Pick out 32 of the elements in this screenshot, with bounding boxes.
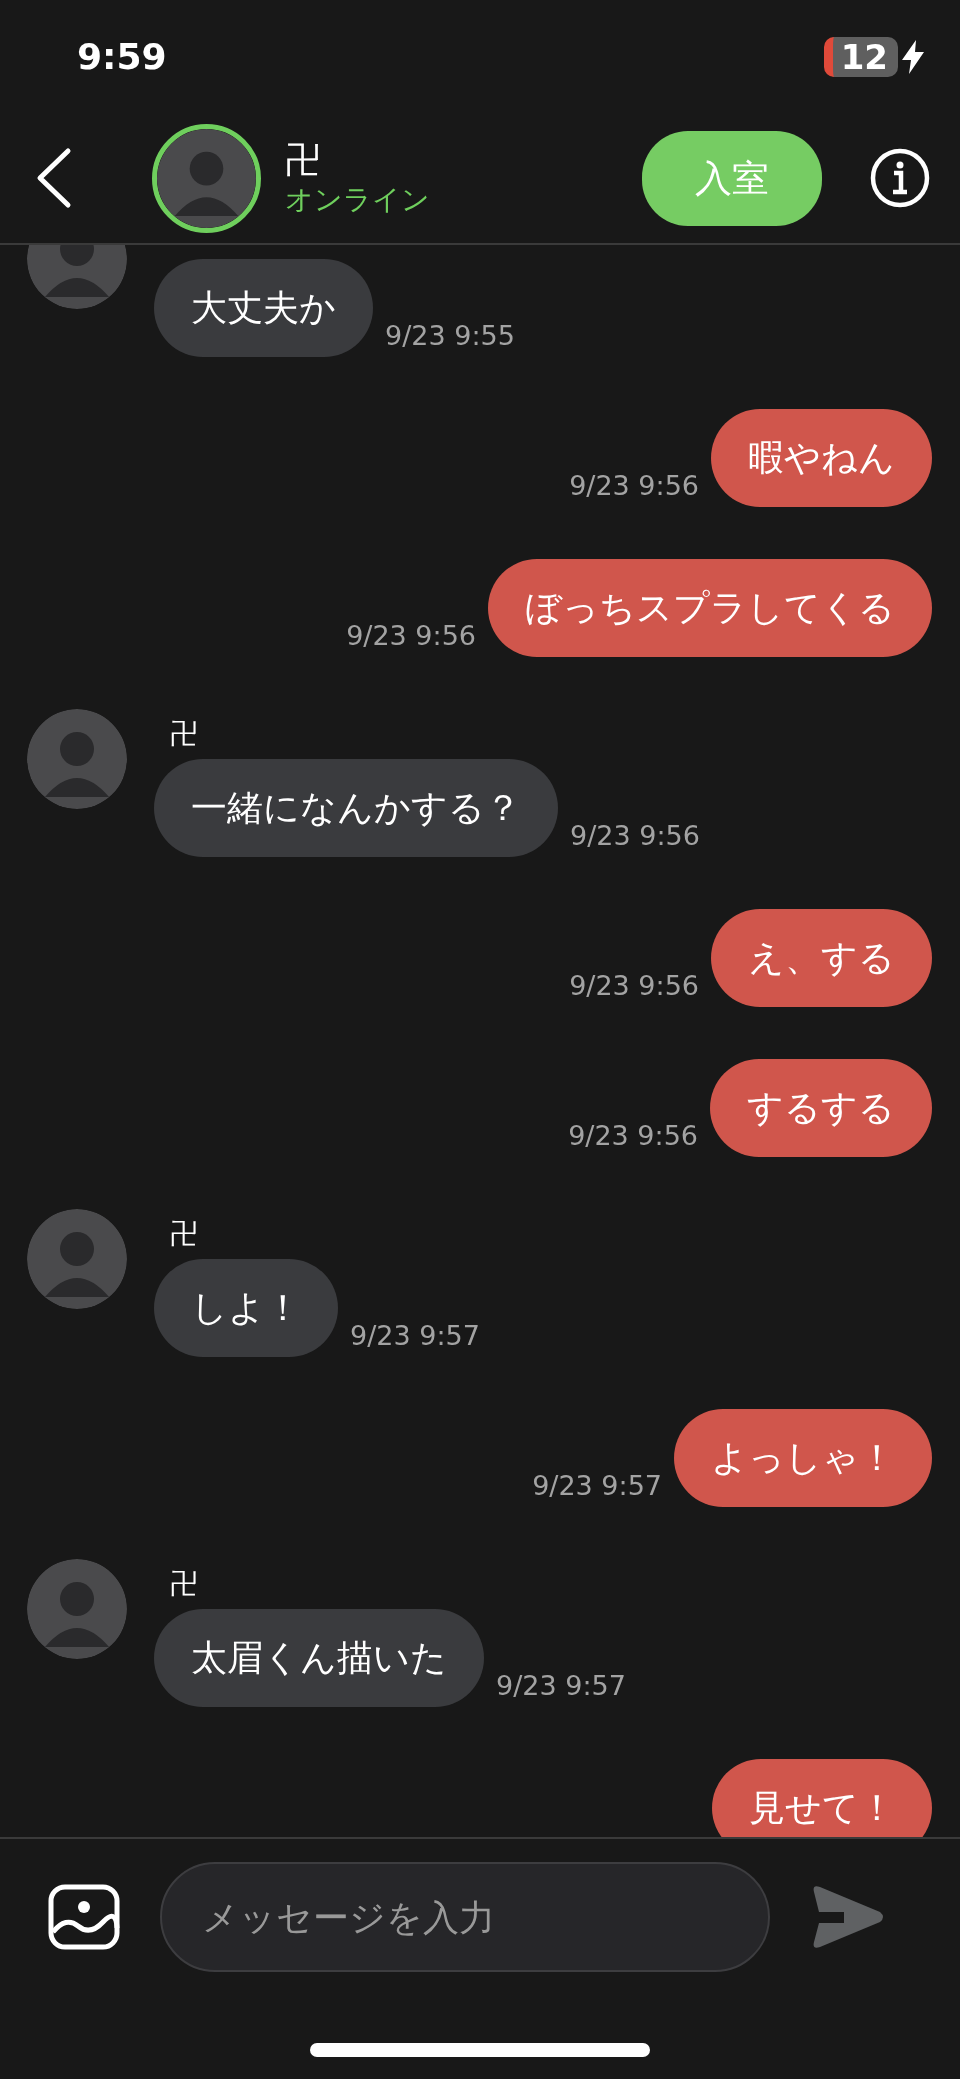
message-bubble: 一緒になんかする？ [154,758,558,857]
message-bubble: ぼっちスプラしてくる [488,558,932,657]
message-bubble: 太眉くん描いた [154,1608,484,1707]
back-icon[interactable] [36,147,72,210]
message-time: 9/23 9:56 [570,819,700,854]
message-bubble: え、する [711,908,932,1007]
message-time: 9/23 9:57 [532,1469,662,1504]
message-bubble: 大丈夫か [154,258,373,357]
info-icon[interactable] [870,148,930,209]
charging-icon [902,39,924,74]
status-time: 9:59 [77,34,167,79]
contact-name: 卍 [285,138,322,183]
message-time: 9/23 9:56 [569,469,699,504]
enter-room-button[interactable]: 入室 [642,130,822,226]
message-bubble: 暇やねん [711,408,932,507]
message-bubble: よっしゃ！ [674,1408,932,1507]
image-icon[interactable] [48,1884,120,1950]
message-input[interactable]: メッセージを入力 [160,1862,770,1972]
message-time: 9/23 9:56 [346,619,476,654]
message-time: 9/23 9:57 [350,1319,480,1354]
battery-indicator: 12 [823,36,898,77]
online-status: オンライン [285,182,430,219]
sender-name: 卍 [169,715,199,752]
message-time: 9/23 9:55 [385,319,515,354]
message-bubble: するする [710,1058,932,1157]
message-bubble: しよ！ [154,1258,338,1357]
message-time: 9/23 9:56 [568,1119,698,1154]
sender-name: 卍 [169,1565,199,1602]
message-time: 9/23 9:56 [569,969,699,1004]
message-time: 9/23 9:57 [496,1669,626,1704]
sender-name: 卍 [169,1215,199,1252]
message-bubble: 見せて！ [712,1758,932,1837]
